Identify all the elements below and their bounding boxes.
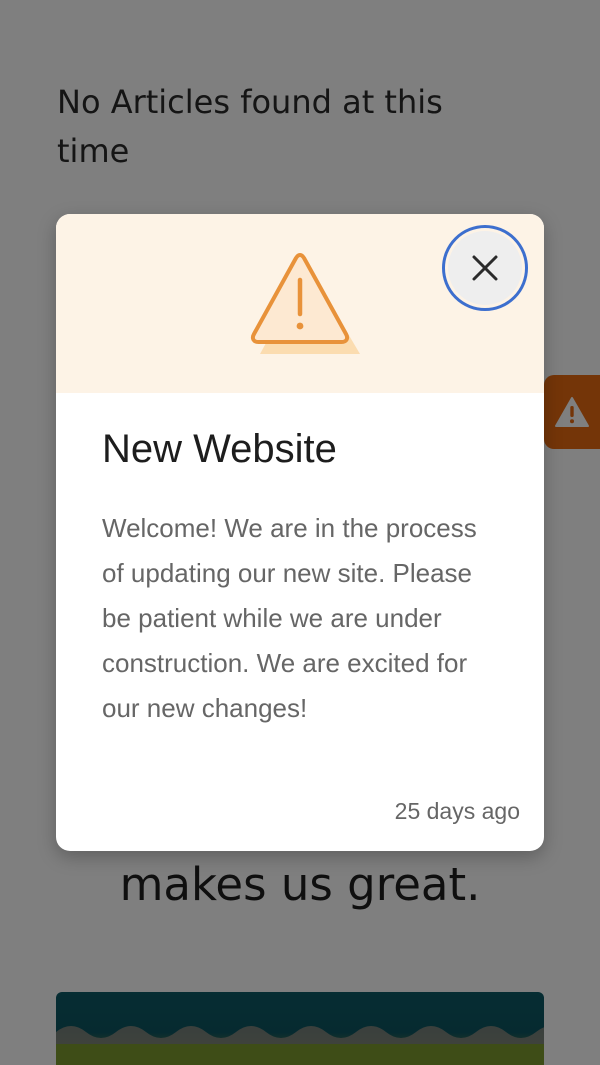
announcement-modal: New Website Welcome! We are in the proce… (56, 214, 544, 851)
modal-body-text: Welcome! We are in the process of updati… (102, 513, 477, 723)
modal-header (56, 214, 544, 393)
close-button-face (448, 231, 522, 305)
close-icon (472, 255, 498, 281)
modal-timestamp: 25 days ago (394, 798, 520, 824)
warning-triangle-icon (250, 253, 360, 354)
close-button[interactable] (442, 225, 528, 311)
modal-title: New Website (102, 427, 337, 471)
